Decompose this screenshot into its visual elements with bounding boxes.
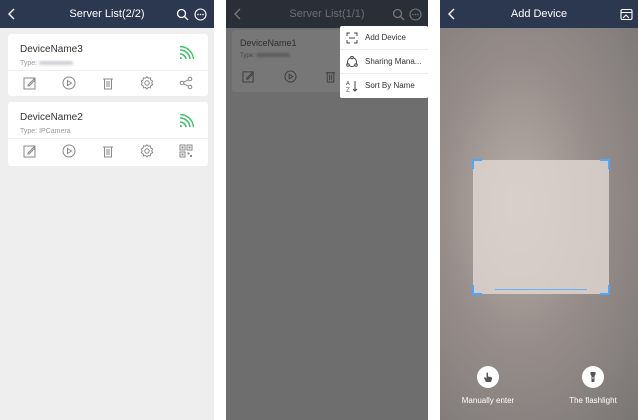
device-card[interactable]: DeviceName2 Type: IPCamera xyxy=(8,102,208,166)
online-signal-icon xyxy=(179,46,194,60)
search-icon[interactable] xyxy=(392,8,405,21)
edit-icon[interactable] xyxy=(23,76,37,90)
menu-item-sharing-manage[interactable]: Sharing Mana... xyxy=(340,50,428,74)
settings-icon[interactable] xyxy=(140,143,154,158)
menu-item-label: Sharing Mana... xyxy=(365,57,422,66)
online-signal-icon xyxy=(179,114,194,128)
scan-corner xyxy=(600,159,610,169)
qr-scan-frame xyxy=(472,159,610,295)
share-icon[interactable] xyxy=(179,76,193,90)
menu-item-sort-by-name[interactable]: AZ Sort By Name xyxy=(340,74,428,98)
device-card[interactable]: DeviceName3 Type: xyxy=(8,34,208,96)
menu-item-label: Add Device xyxy=(365,33,406,42)
device-type: Type: xyxy=(20,60,74,67)
device-name: DeviceName2 xyxy=(20,112,83,123)
add-device-scan-screen: Add Device Manually enter The flashlight xyxy=(440,0,638,420)
svg-text:Z: Z xyxy=(346,88,350,93)
search-icon[interactable] xyxy=(176,8,189,21)
settings-icon[interactable] xyxy=(140,75,154,90)
play-icon[interactable] xyxy=(62,76,76,90)
sort-az-icon: AZ xyxy=(346,81,358,93)
device-name: DeviceName1 xyxy=(240,38,297,48)
scan-corner xyxy=(600,285,610,295)
manual-enter-button[interactable] xyxy=(477,366,499,388)
menu-item-label: Sort By Name xyxy=(365,81,415,90)
divider xyxy=(8,70,208,71)
server-list-menu-screen: Server List(1/1) DeviceName1 Type: Add D… xyxy=(226,0,428,420)
play-icon[interactable] xyxy=(62,144,76,158)
hand-pointer-icon xyxy=(484,372,493,382)
svg-text:A: A xyxy=(346,81,350,87)
menu-item-add-device[interactable]: Add Device xyxy=(340,26,428,50)
qr-code-icon[interactable] xyxy=(179,144,193,158)
navbar: Server List(2/2) xyxy=(0,0,214,28)
scan-corner xyxy=(472,159,482,169)
device-type: Type: xyxy=(240,53,291,59)
device-type: Type: IPCamera xyxy=(20,128,71,135)
more-icon[interactable] xyxy=(409,8,422,21)
server-list-screen: Server List(2/2) DeviceName3 Type: Devic… xyxy=(0,0,214,420)
flashlight-label: The flashlight xyxy=(569,396,617,405)
page-title: Add Device xyxy=(510,8,568,20)
divider xyxy=(8,138,208,139)
flashlight-icon xyxy=(590,372,596,382)
scan-line xyxy=(495,289,587,290)
flashlight-button[interactable] xyxy=(582,366,604,388)
redacted-type xyxy=(256,53,291,58)
scan-corner xyxy=(472,285,482,295)
overflow-menu: Add Device Sharing Mana... AZ Sort By Na… xyxy=(340,26,428,98)
play-icon[interactable] xyxy=(284,70,297,83)
redacted-type xyxy=(39,61,74,66)
gallery-icon[interactable] xyxy=(620,8,633,21)
navbar: Server List(1/1) xyxy=(226,0,428,28)
edit-icon[interactable] xyxy=(242,70,255,83)
share-manage-icon xyxy=(346,56,358,67)
scan-icon xyxy=(346,32,358,44)
manual-enter-label: Manually enter xyxy=(461,396,515,405)
delete-icon[interactable] xyxy=(101,76,115,90)
device-name: DeviceName3 xyxy=(20,44,83,55)
delete-icon[interactable] xyxy=(101,144,115,158)
edit-icon[interactable] xyxy=(23,144,37,158)
delete-icon[interactable] xyxy=(324,70,337,83)
more-icon[interactable] xyxy=(194,8,207,21)
navbar: Add Device xyxy=(440,0,638,28)
